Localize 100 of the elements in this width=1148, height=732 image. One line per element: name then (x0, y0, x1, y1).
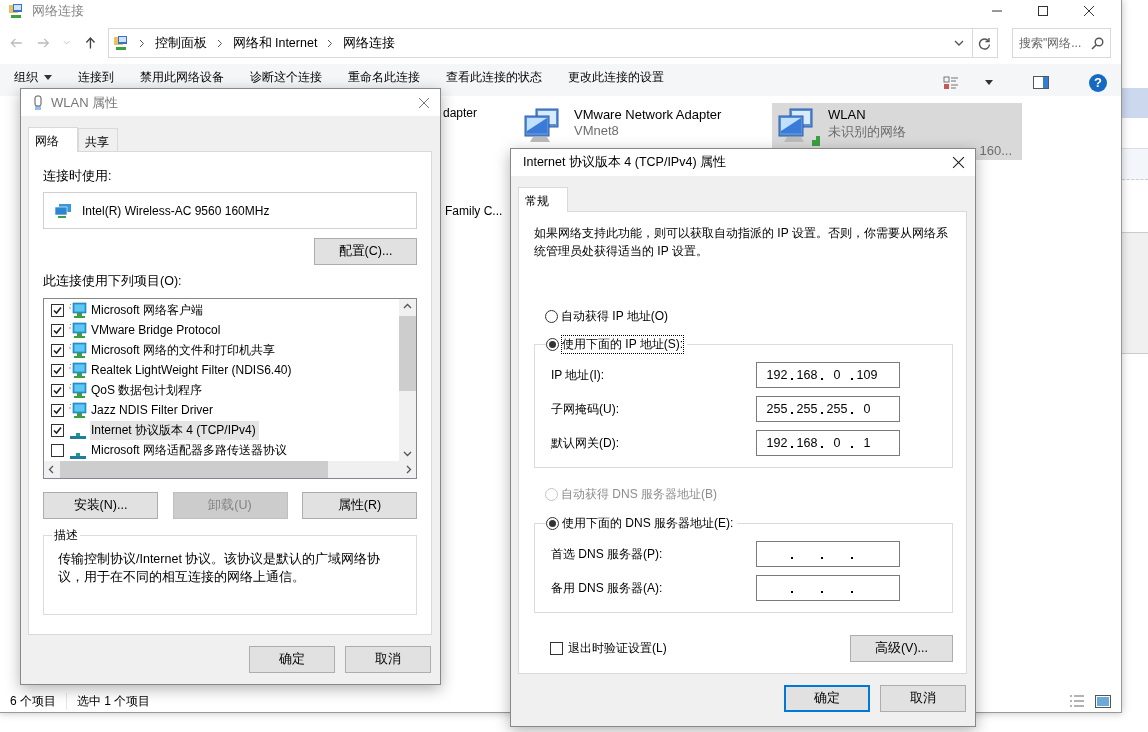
toolbar-button[interactable]: 禁用此网络设备 (140, 69, 224, 86)
ip-address-field[interactable]: 192 168 0 109 (756, 362, 900, 388)
toolbar-menu-button[interactable]: 组织 (14, 69, 52, 86)
advanced-button[interactable]: 高级(V)... (850, 635, 953, 662)
list-item[interactable]: Microsoft 网络的文件和打印机共享 (90, 340, 278, 360)
toolbar-button[interactable]: 查看此连接的状态 (446, 69, 542, 86)
ip-address-field[interactable]: 255 255 255 0 (756, 396, 900, 422)
dialog-title: Internet 协议版本 4 (TCP/IPv4) 属性 (523, 154, 727, 171)
toolbar-button[interactable]: 连接到 (78, 69, 114, 86)
network-folder-icon (8, 3, 24, 19)
connection-detail: 160... (979, 143, 1012, 158)
caret-icon (44, 75, 52, 80)
octet-value: 109 (856, 368, 878, 382)
protocol-icon (70, 452, 86, 459)
octet-value: 255 (766, 402, 788, 416)
up-arrow-icon[interactable] (84, 36, 96, 50)
dialog-button[interactable]: 取消 (345, 646, 431, 673)
octet-value: 0 (833, 436, 841, 450)
close-icon[interactable] (952, 156, 965, 169)
checkbox[interactable] (51, 323, 64, 337)
view-options-icon[interactable] (943, 74, 959, 91)
list-item[interactable]: Internet 协议版本 4 (TCP/IPv4) (90, 420, 259, 440)
toolbar-button[interactable]: 诊断这个连接 (250, 69, 322, 86)
status-text: 6 个项目 (10, 692, 56, 710)
connection-label: dapter (443, 106, 478, 120)
list-item[interactable]: Jazz NDIS Filter Driver (90, 402, 216, 418)
connection-label: VMnet8 (574, 123, 620, 138)
octet-value: 0 (863, 402, 871, 416)
octet-value: 168 (796, 368, 818, 382)
scroll-down-icon[interactable] (403, 451, 412, 457)
checkbox[interactable] (51, 343, 64, 357)
checkbox[interactable] (51, 363, 64, 377)
network-component-icon (69, 341, 87, 359)
search-icon (1091, 37, 1104, 50)
window-title: 网络连接 (32, 2, 84, 20)
scroll-up-icon[interactable] (403, 303, 412, 309)
configure-button[interactable]: 配置(C)... (314, 238, 417, 265)
scrollbar[interactable] (44, 461, 416, 478)
field-label: IP 地址(I): (551, 366, 605, 384)
ip-address-field[interactable] (756, 575, 900, 601)
scrollbar[interactable] (399, 299, 416, 461)
network-component-icon (69, 381, 87, 399)
dialog-button[interactable]: 确定 (249, 646, 335, 673)
dialog-button[interactable]: 属性(R) (302, 492, 417, 519)
chevron-right-icon (327, 38, 334, 48)
caret-icon[interactable] (985, 80, 993, 85)
scroll-left-icon[interactable] (48, 465, 54, 474)
connection-label: 未识别的网络 (828, 123, 906, 141)
dialog-button[interactable]: 确定 (784, 685, 870, 712)
connection-label: WLAN (828, 107, 867, 122)
breadcrumb-item[interactable]: 控制面板 (154, 34, 207, 52)
checkbox[interactable] (51, 443, 64, 457)
list-item[interactable]: Microsoft 网络适配器多路传送器协议 (90, 440, 290, 460)
toolbar-button[interactable]: 更改此连接的设置 (568, 69, 664, 86)
scroll-right-icon[interactable] (406, 465, 412, 474)
tab[interactable]: 网络 (28, 127, 78, 152)
protocol-icon (70, 432, 86, 439)
network-component-icon (69, 301, 87, 319)
refresh-icon (978, 36, 992, 50)
connection-label: Family C... (445, 204, 503, 218)
list-item[interactable]: Microsoft 网络客户端 (90, 300, 206, 320)
list-item[interactable]: Realtek LightWeight Filter (NDIS6.40) (90, 362, 295, 378)
ip-address-field[interactable]: 192 168 0 1 (756, 430, 900, 456)
network-folder-icon (112, 35, 129, 51)
octet-value: 1 (863, 436, 871, 450)
dialog-title: WLAN 属性 (51, 93, 119, 112)
description-text: 传输控制协议/Internet 协议。该协议是默认的广域网络协议，用于在不同的相互连接的网络上通信。 (58, 551, 382, 586)
octet-value: 192 (766, 436, 788, 450)
checkbox[interactable]: 退出时验证设置(L) (550, 640, 667, 657)
checkbox[interactable] (51, 383, 64, 397)
connection-label: VMware Network Adapter (574, 107, 722, 122)
chevron-right-icon (216, 38, 223, 48)
radio-button[interactable]: 自动获得 IP 地址(O) (545, 307, 669, 325)
field-label: 默认网关(D): (551, 434, 619, 452)
tab[interactable]: 共享 (78, 128, 118, 151)
network-component-icon (69, 321, 87, 339)
refresh-button[interactable] (972, 28, 998, 58)
close-icon[interactable] (1083, 5, 1095, 17)
help-button[interactable]: ? (1089, 73, 1107, 92)
field-label: 子网掩码(U): (551, 400, 619, 418)
tab[interactable]: 常规 (518, 187, 568, 212)
toolbar-button[interactable]: 重命名此连接 (348, 69, 420, 86)
list-item[interactable]: VMware Bridge Protocol (90, 322, 224, 338)
list-item[interactable]: QoS 数据包计划程序 (90, 380, 206, 400)
checkbox[interactable] (51, 403, 64, 417)
address-bar[interactable]: 控制面板 网络和 Internet 网络连接 (107, 28, 973, 58)
group-title: 描述 (52, 527, 80, 544)
dialog-button[interactable]: 取消 (880, 685, 966, 712)
breadcrumb-item[interactable]: 网络和 Internet (232, 34, 318, 52)
intro-text: 如果网络支持此功能，则可以获取自动指派的 IP 设置。否则，你需要从网络系统管理员处获得适当的 IP 设置。 (534, 225, 949, 260)
checkbox[interactable] (51, 303, 64, 317)
ip-address-field[interactable] (756, 541, 900, 567)
checkbox[interactable] (51, 423, 64, 437)
search-field[interactable]: 搜索"网络... (1012, 28, 1111, 58)
chevron-down-icon[interactable] (953, 39, 964, 47)
breadcrumb-item[interactable]: 网络连接 (343, 34, 396, 52)
preview-pane-icon[interactable] (1033, 76, 1049, 89)
large-icons-view-icon[interactable] (1095, 694, 1111, 708)
dialog-button[interactable]: 安装(N)... (43, 492, 158, 519)
maximize-icon[interactable] (1037, 5, 1049, 17)
